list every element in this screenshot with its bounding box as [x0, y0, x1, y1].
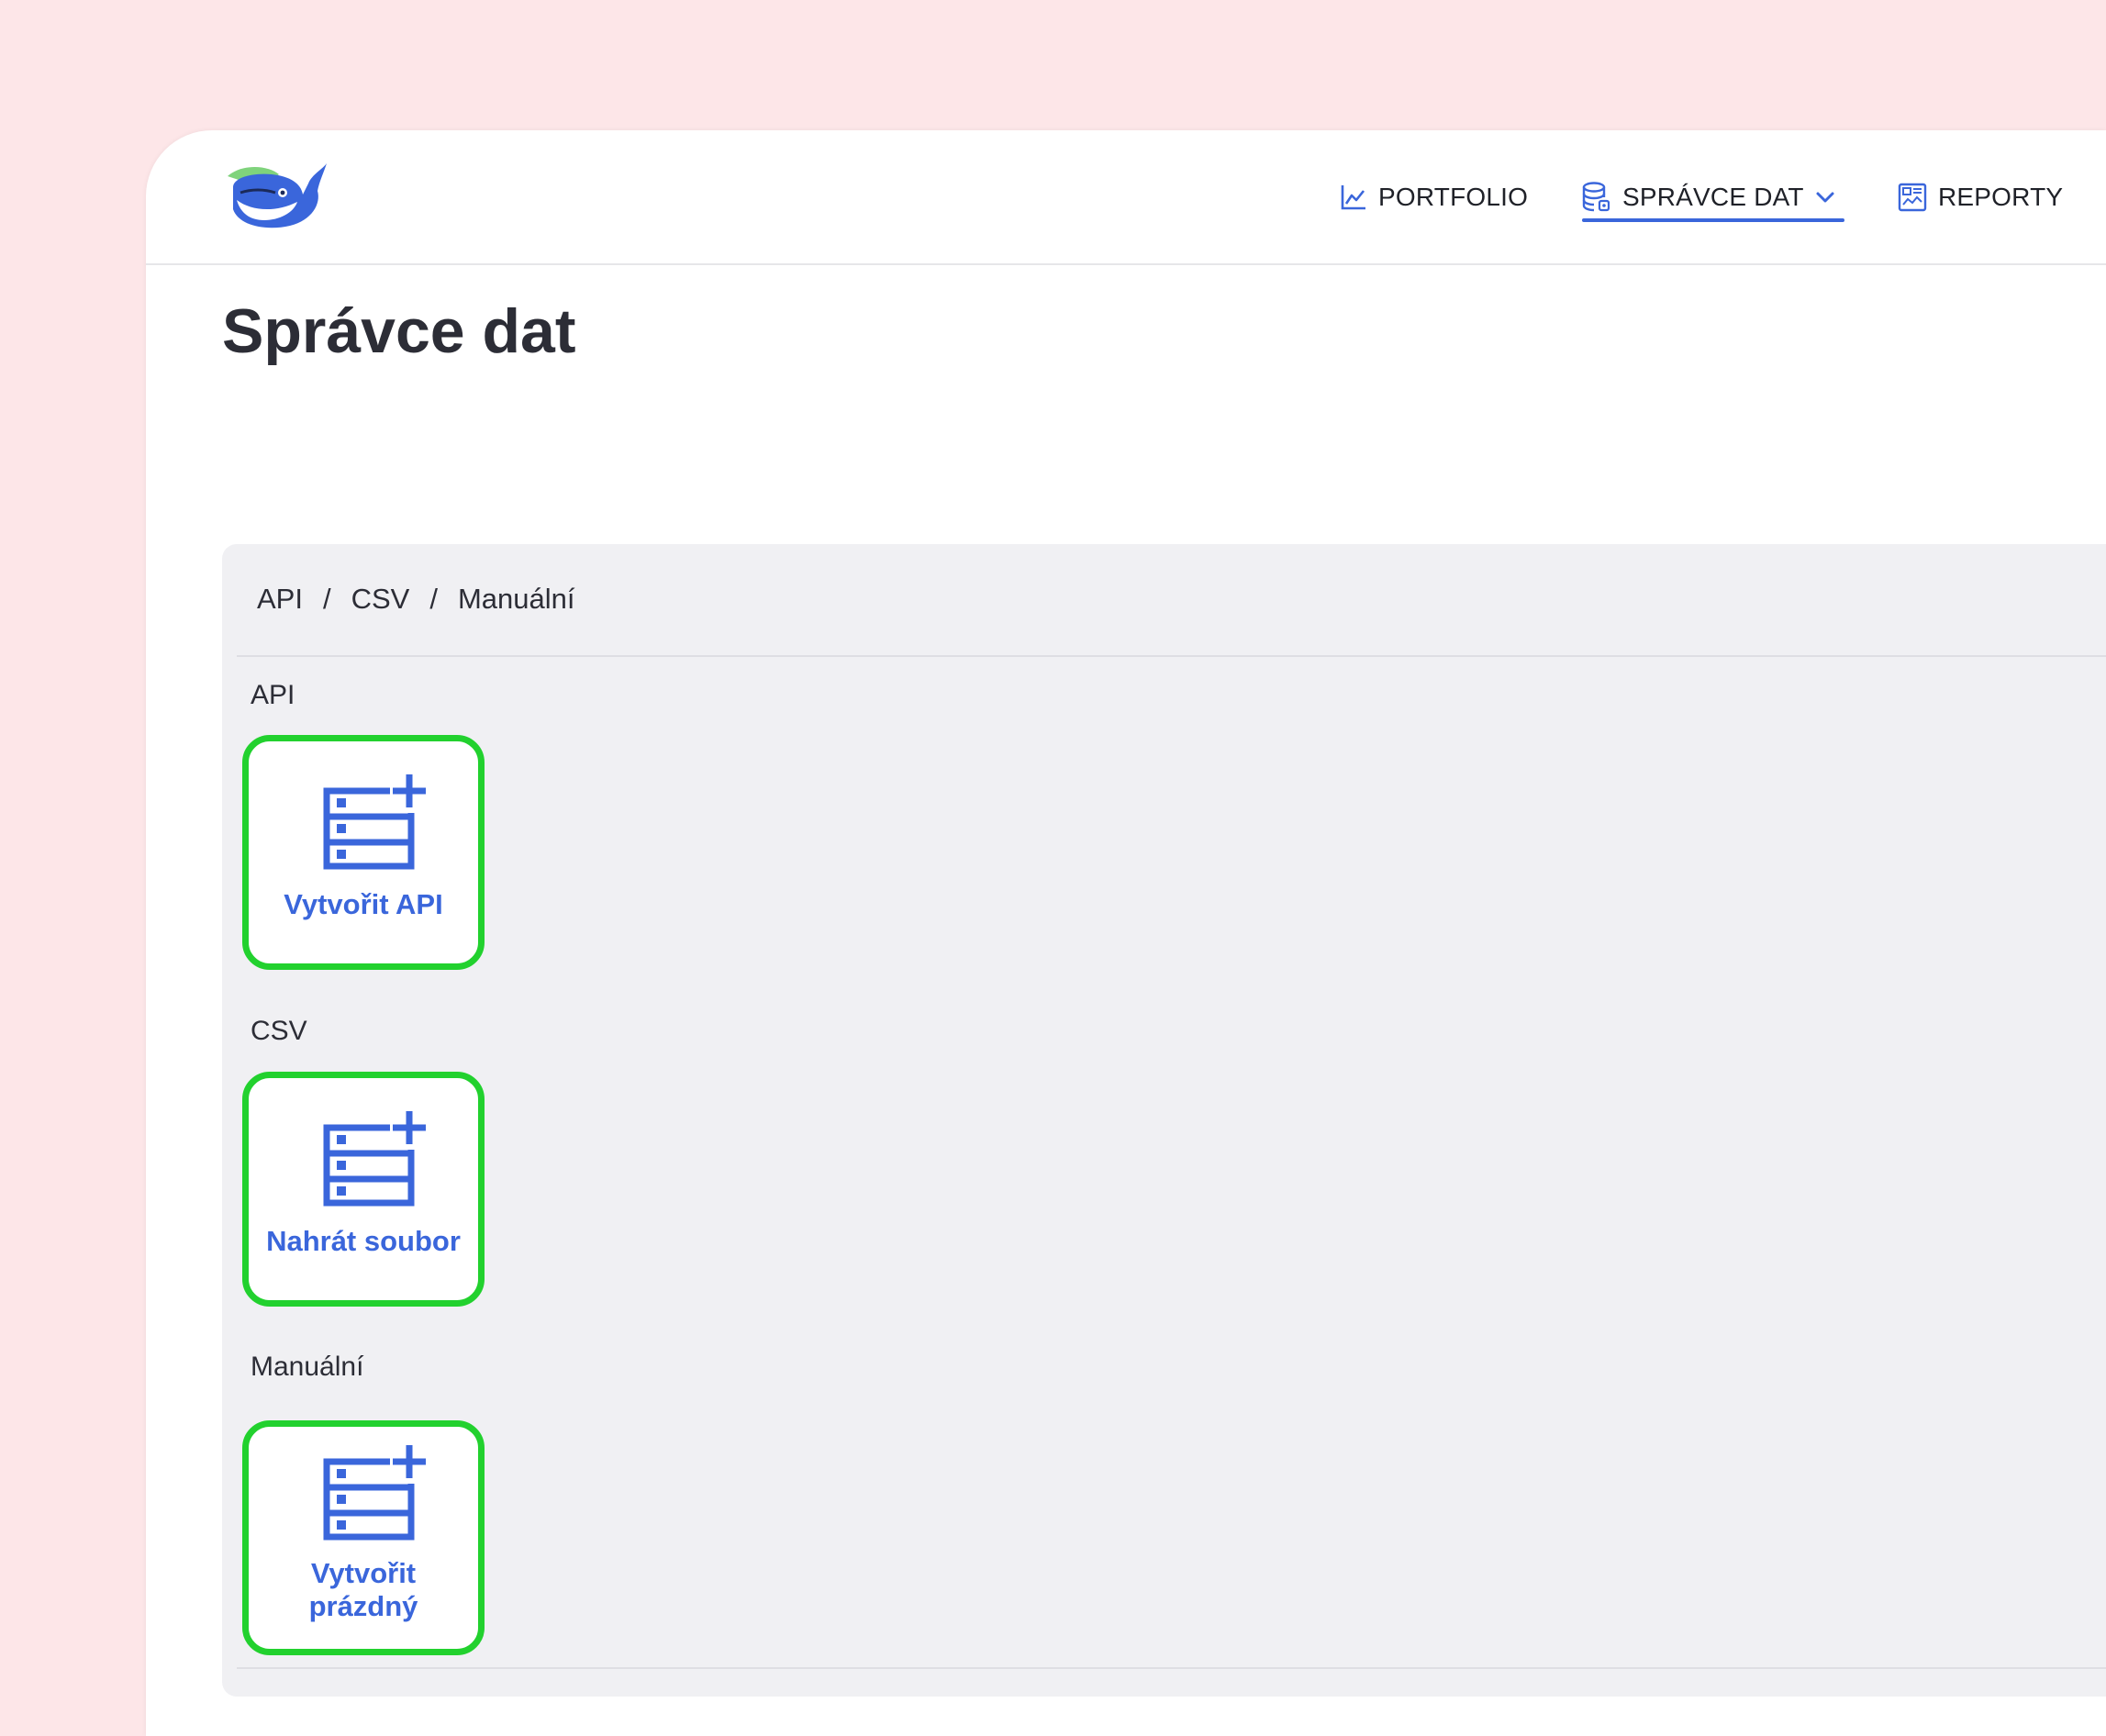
breadcrumb-item-csv[interactable]: CSV	[351, 583, 410, 616]
report-icon	[1898, 183, 1927, 212]
nav-item-label: SPRÁVCE DAT	[1622, 183, 1804, 211]
tile-label: Nahrát soubor	[266, 1225, 461, 1257]
table-add-icon	[323, 774, 426, 870]
nav-item-reporty[interactable]: REPORTY	[1898, 165, 2063, 229]
table-add-icon	[323, 1445, 426, 1541]
upload-file-button[interactable]: Nahrát soubor	[242, 1072, 485, 1307]
create-api-button[interactable]: Vytvořit API	[242, 735, 485, 970]
create-empty-button[interactable]: Vytvořit prázdný	[242, 1420, 485, 1655]
breadcrumb-separator: /	[322, 583, 331, 615]
breadcrumb-item-api[interactable]: API	[257, 583, 303, 616]
chevron-down-icon[interactable]	[1815, 190, 1835, 205]
page-title: Správce dat	[222, 296, 576, 366]
active-nav-indicator	[1582, 218, 1844, 222]
nav-item-label: REPORTY	[1938, 183, 2064, 211]
tile-label: Vytvořit API	[284, 888, 443, 920]
section-label-api: API	[251, 680, 295, 710]
breadcrumb: API / CSV / Manuální	[257, 583, 575, 616]
database-icon	[1582, 182, 1610, 212]
data-sources-panel: API / CSV / Manuální API Vytvořit API CS…	[222, 544, 2106, 1697]
line-chart-icon	[1341, 185, 1365, 210]
section-label-csv: CSV	[251, 1016, 307, 1046]
tile-label-line: Vytvořit	[310, 1557, 417, 1589]
section-label-manualni: Manuální	[251, 1352, 364, 1382]
nav-item-label: PORTFOLIO	[1378, 183, 1529, 211]
top-navigation-bar: PORTFOLIO SPRÁVCE DAT REPORTY	[146, 130, 2106, 265]
whale-logo-icon[interactable]	[224, 156, 330, 231]
breadcrumb-separator: /	[429, 583, 438, 615]
tile-label-line: prázdný	[308, 1590, 418, 1622]
app-window: PORTFOLIO SPRÁVCE DAT REPORTY Správce da…	[146, 130, 2106, 1736]
nav-item-portfolio[interactable]: PORTFOLIO	[1340, 165, 1528, 229]
divider	[237, 1667, 2106, 1669]
table-add-icon	[323, 1111, 426, 1207]
divider	[237, 655, 2106, 657]
breadcrumb-item-manualni[interactable]: Manuální	[458, 583, 575, 616]
